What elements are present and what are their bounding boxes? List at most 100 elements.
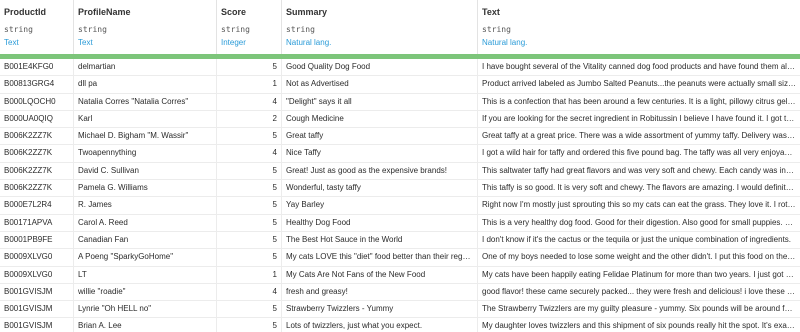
cell-profilename[interactable]: David C. Sullivan <box>74 162 217 180</box>
cell-text[interactable]: This is a very healthy dog food. Good fo… <box>478 215 800 231</box>
cell-text[interactable]: If you are looking for the secret ingred… <box>478 111 800 127</box>
cell-score[interactable]: 2 <box>217 110 282 128</box>
cell-score[interactable]: 4 <box>217 283 282 301</box>
cell-text[interactable]: My daughter loves twizzlers and this shi… <box>478 318 800 332</box>
cell-productid[interactable]: B001GVISJM <box>0 301 74 318</box>
cell-summary[interactable]: Not as Advertised <box>282 76 478 93</box>
cell-summary[interactable]: Wonderful, tasty taffy <box>282 180 478 197</box>
table-row[interactable]: B000LQOCH0 Natalia Corres "Natalia Corres… <box>0 93 800 111</box>
cell-summary[interactable]: Yay Barley <box>282 197 478 214</box>
cell-text[interactable]: good flavor! these came securely packed.… <box>478 284 800 300</box>
cell-profilename[interactable]: Lynrie "Oh HELL no" <box>74 301 217 318</box>
column-meaning[interactable]: Natural lang. <box>286 38 331 47</box>
table-row[interactable]: B001GVISJM Brian A. Lee 5 Lots of twizzlers… <box>0 318 800 332</box>
table-row[interactable]: B00171APVA Carol A. Reed 5 Healthy Dog Food… <box>0 214 800 232</box>
column-header-profilename[interactable]: ProfileName string Text <box>74 0 217 54</box>
cell-text[interactable]: Great taffy at a great price. There was … <box>478 128 800 144</box>
cell-score[interactable]: 5 <box>217 301 282 318</box>
cell-profilename[interactable]: Twoapennything <box>74 145 217 162</box>
cell-summary[interactable]: Great taffy <box>282 128 478 145</box>
table-row[interactable]: B006K2ZZ7K David C. Sullivan 5 Great! Just … <box>0 162 800 181</box>
table-row[interactable]: B000E7L2R4 R. James 5 Yay Barley Right now I… <box>0 197 800 215</box>
column-meaning[interactable]: Natural lang. <box>482 38 527 47</box>
cell-score[interactable]: 1 <box>217 266 282 283</box>
cell-summary[interactable]: The Best Hot Sauce in the World <box>282 231 478 249</box>
table-row[interactable]: B001E4KFG0 delmartian 5 Good Quality Dog Fo… <box>0 59 800 77</box>
cell-productid[interactable]: B000E7L2R4 <box>0 197 74 214</box>
cell-text[interactable]: The Strawberry Twizzlers are my guilty p… <box>478 301 800 317</box>
cell-summary[interactable]: My Cats Are Not Fans of the New Food <box>282 266 478 283</box>
cell-productid[interactable]: B000LQOCH0 <box>0 93 74 110</box>
table-row[interactable]: B00813GRG4 dll pa 1 Not as Advertised Produc… <box>0 76 800 94</box>
cell-score[interactable]: 5 <box>217 249 282 266</box>
table-row[interactable]: B001GVISJM willie "roadie" 4 fresh and grea… <box>0 283 800 302</box>
cell-score[interactable]: 5 <box>217 128 282 145</box>
cell-text[interactable]: My cats have been happily eating Felidae… <box>478 267 800 283</box>
cell-productid[interactable]: B00171APVA <box>0 214 74 231</box>
cell-score[interactable]: 5 <box>217 180 282 197</box>
cell-summary[interactable]: Strawberry Twizzlers - Yummy <box>282 301 478 318</box>
table-row[interactable]: B0009XLVG0 A Poeng "SparkyGoHome" 5 My cats… <box>0 249 800 267</box>
cell-summary[interactable]: Good Quality Dog Food <box>282 59 478 76</box>
cell-summary[interactable]: Healthy Dog Food <box>282 214 478 231</box>
cell-summary[interactable]: My cats LOVE this "diet" food better tha… <box>282 249 478 266</box>
cell-productid[interactable]: B006K2ZZ7K <box>0 128 74 145</box>
column-meaning[interactable]: Integer <box>221 38 246 47</box>
column-header-productid[interactable]: ProductId string Text <box>0 0 74 54</box>
cell-text[interactable]: I have bought several of the Vitality ca… <box>478 59 800 75</box>
cell-profilename[interactable]: LT <box>74 266 217 283</box>
cell-summary[interactable]: Nice Taffy <box>282 145 478 162</box>
cell-profilename[interactable]: A Poeng "SparkyGoHome" <box>74 249 217 266</box>
column-meaning[interactable]: Text <box>4 38 19 47</box>
table-row[interactable]: B006K2ZZ7K Michael D. Bigham "M. Wassir" 5… <box>0 128 800 146</box>
cell-score[interactable]: 1 <box>217 76 282 93</box>
table-row[interactable]: B0009XLVG0 LT 1 My Cats Are Not Fans of the… <box>0 266 800 284</box>
cell-profilename[interactable]: Natalia Corres "Natalia Corres" <box>74 93 217 110</box>
cell-summary[interactable]: Lots of twizzlers, just what you expect. <box>282 318 478 332</box>
cell-score[interactable]: 5 <box>217 162 282 180</box>
cell-productid[interactable]: B001E4KFG0 <box>0 59 74 76</box>
cell-profilename[interactable]: Brian A. Lee <box>74 318 217 332</box>
table-row[interactable]: B001GVISJM Lynrie "Oh HELL no" 5 Strawberry… <box>0 301 800 319</box>
cell-summary[interactable]: Cough Medicine <box>282 110 478 128</box>
cell-productid[interactable]: B001GVISJM <box>0 283 74 301</box>
cell-productid[interactable]: B00813GRG4 <box>0 76 74 93</box>
column-header-score[interactable]: Score string Integer <box>217 0 282 54</box>
cell-text[interactable]: One of my boys needed to lose some weigh… <box>478 249 800 265</box>
cell-summary[interactable]: "Delight" says it all <box>282 93 478 110</box>
cell-profilename[interactable]: Michael D. Bigham "M. Wassir" <box>74 128 217 145</box>
cell-profilename[interactable]: willie "roadie" <box>74 283 217 301</box>
cell-productid[interactable]: B001GVISJM <box>0 318 74 332</box>
column-header-summary[interactable]: Summary string Natural lang. <box>282 0 478 54</box>
cell-text[interactable]: I don't know if it's the cactus or the t… <box>478 232 800 248</box>
cell-text[interactable]: I got a wild hair for taffy and ordered … <box>478 145 800 161</box>
cell-summary[interactable]: fresh and greasy! <box>282 283 478 301</box>
cell-score[interactable]: 5 <box>217 231 282 249</box>
cell-score[interactable]: 5 <box>217 318 282 332</box>
cell-productid[interactable]: B0009XLVG0 <box>0 249 74 266</box>
cell-score[interactable]: 5 <box>217 59 282 76</box>
table-row[interactable]: B000UA0QIQ Karl 2 Cough Medicine If you are … <box>0 110 800 129</box>
cell-summary[interactable]: Great! Just as good as the expensive bra… <box>282 162 478 180</box>
cell-productid[interactable]: B006K2ZZ7K <box>0 145 74 162</box>
table-row[interactable]: B006K2ZZ7K Twoapennything 4 Nice Taffy I got… <box>0 145 800 163</box>
cell-profilename[interactable]: Karl <box>74 110 217 128</box>
cell-text[interactable]: This taffy is so good. It is very soft a… <box>478 180 800 196</box>
cell-text[interactable]: Right now I'm mostly just sprouting this… <box>478 197 800 213</box>
cell-score[interactable]: 5 <box>217 214 282 231</box>
cell-productid[interactable]: B006K2ZZ7K <box>0 180 74 197</box>
cell-profilename[interactable]: R. James <box>74 197 217 214</box>
cell-text[interactable]: This saltwater taffy had great flavors a… <box>478 163 800 179</box>
cell-profilename[interactable]: Pamela G. Williams <box>74 180 217 197</box>
cell-score[interactable]: 4 <box>217 145 282 162</box>
cell-productid[interactable]: B006K2ZZ7K <box>0 162 74 180</box>
cell-productid[interactable]: B0009XLVG0 <box>0 266 74 283</box>
cell-text[interactable]: This is a confection that has been aroun… <box>478 94 800 110</box>
table-row[interactable]: B006K2ZZ7K Pamela G. Williams 5 Wonderful, … <box>0 180 800 198</box>
cell-profilename[interactable]: Carol A. Reed <box>74 214 217 231</box>
column-meaning[interactable]: Text <box>78 38 93 47</box>
column-header-text[interactable]: Text string Natural lang. <box>478 0 800 54</box>
cell-score[interactable]: 5 <box>217 197 282 214</box>
cell-profilename[interactable]: delmartian <box>74 59 217 76</box>
cell-productid[interactable]: B0001PB9FE <box>0 231 74 249</box>
